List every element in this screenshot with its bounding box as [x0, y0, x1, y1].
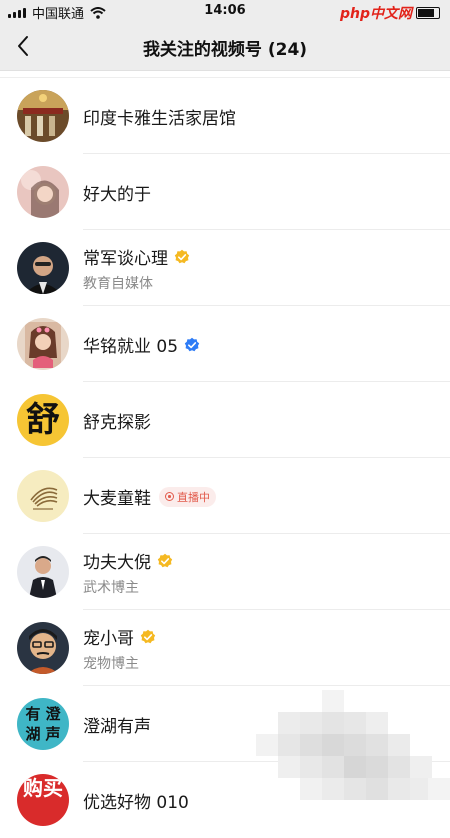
- avatar: [17, 166, 69, 218]
- avatar: [17, 470, 69, 522]
- status-bar: 中国联通 14:06 php中文网: [0, 0, 450, 22]
- list-item[interactable]: 好大的于: [0, 154, 450, 230]
- list-item[interactable]: 舒 舒克探影: [0, 382, 450, 458]
- list-item[interactable]: 常军谈心理 教育自媒体: [0, 230, 450, 306]
- item-text: 功夫大倪 武术博主: [83, 548, 173, 597]
- avatar-glyph: 澄: [45, 705, 61, 723]
- channel-name: 澄湖有声: [83, 717, 151, 737]
- list-item[interactable]: 华铭就业 05: [0, 306, 450, 382]
- item-text: 舒克探影: [83, 408, 151, 433]
- list-item[interactable]: 有 澄 湖 声 澄湖有声: [0, 686, 450, 762]
- channel-subtitle: 宠物博主: [83, 656, 139, 672]
- live-badge[interactable]: 直播中: [159, 486, 216, 507]
- channel-name: 华铭就业 05: [83, 337, 179, 357]
- status-right: php中文网: [340, 3, 440, 23]
- list-item[interactable]: 购买 优选好物 010: [0, 762, 450, 838]
- channel-subtitle: 教育自媒体: [83, 276, 153, 292]
- channel-name: 常军谈心理: [83, 249, 168, 269]
- avatar-glyph: 舒: [26, 400, 60, 440]
- avatar-glyph: 湖: [25, 725, 41, 743]
- avatar-glyph: 购买: [23, 776, 63, 800]
- avatar-logo: 有 澄 湖 声: [23, 704, 63, 744]
- avatar: [17, 242, 69, 294]
- avatar: 有 澄 湖 声: [17, 698, 69, 750]
- list-item[interactable]: 功夫大倪 武术博主: [0, 534, 450, 610]
- battery-icon: [416, 7, 440, 19]
- live-icon: [165, 492, 174, 501]
- avatar: [17, 90, 69, 142]
- verified-gold-icon: [157, 553, 173, 567]
- channel-name: 宠小哥: [83, 629, 134, 649]
- verified-gold-icon: [174, 249, 190, 263]
- list-item[interactable]: 宠小哥 宠物博主: [0, 610, 450, 686]
- avatar: 舒: [17, 394, 69, 446]
- avatar: [17, 622, 69, 674]
- item-text: 宠小哥 宠物博主: [83, 624, 156, 673]
- page-title: 我关注的视频号 (24): [142, 40, 308, 60]
- item-text: 印度卡雅生活家居馆: [83, 104, 236, 129]
- channel-name: 功夫大倪: [83, 553, 151, 573]
- avatar-glyph: 声: [45, 725, 61, 743]
- channel-name: 大麦童鞋: [83, 489, 151, 509]
- item-text: 华铭就业 05: [83, 332, 200, 357]
- avatar: [17, 318, 69, 370]
- live-badge-label: 直播中: [177, 490, 210, 504]
- verified-blue-icon: [184, 337, 200, 351]
- channel-name: 优选好物 010: [83, 793, 189, 813]
- watermark-logo: php中文网: [339, 6, 412, 22]
- channel-subtitle: 武术博主: [83, 580, 139, 596]
- item-text: 优选好物 010: [83, 788, 189, 813]
- item-text: 大麦童鞋 直播中: [83, 484, 216, 509]
- channel-name: 好大的于: [83, 185, 151, 205]
- item-text: 好大的于: [83, 180, 151, 205]
- avatar: 购买: [17, 774, 69, 826]
- list-item[interactable]: 大麦童鞋 直播中: [0, 458, 450, 534]
- verified-gold-icon: [140, 629, 156, 643]
- list-item[interactable]: 印度卡雅生活家居馆: [0, 78, 450, 154]
- nav-bar: 我关注的视频号 (24): [0, 22, 450, 71]
- channel-name: 舒克探影: [83, 413, 151, 433]
- avatar-glyph: 有: [25, 705, 41, 723]
- avatar: [17, 546, 69, 598]
- channel-name: 印度卡雅生活家居馆: [83, 109, 236, 129]
- item-text: 常军谈心理 教育自媒体: [83, 244, 190, 293]
- item-text: 澄湖有声: [83, 712, 151, 737]
